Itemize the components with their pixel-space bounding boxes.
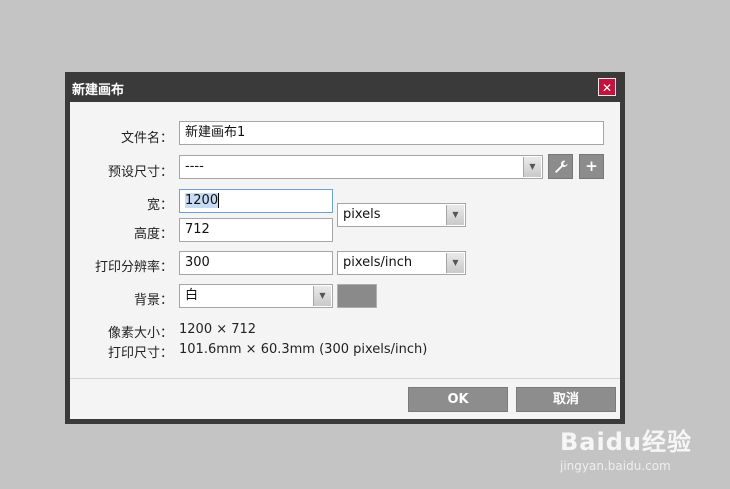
dialog-body: 文件名： 新建画布1 预设尺寸： ---- ▼ + 宽： 1200 pixels… <box>70 102 620 419</box>
watermark-logo: Baidu经验 <box>560 428 692 456</box>
size-unit-value: pixels <box>343 207 381 222</box>
background-select[interactable]: 白 ▼ <box>179 284 333 308</box>
add-preset-button[interactable]: + <box>579 154 604 179</box>
width-label: 宽： <box>146 198 173 213</box>
resolution-unit-value: pixels/inch <box>343 255 413 270</box>
height-input[interactable]: 712 <box>179 218 333 242</box>
filename-input[interactable]: 新建画布1 <box>179 121 604 145</box>
resolution-input[interactable]: 300 <box>179 251 333 275</box>
size-unit-select[interactable]: pixels ▼ <box>337 203 466 227</box>
print-size-value: 101.6mm × 60.3mm (300 pixels/inch) <box>179 342 428 357</box>
edit-preset-button[interactable] <box>548 154 573 179</box>
preset-label: 预设尺寸： <box>107 165 173 180</box>
chevron-down-icon[interactable]: ▼ <box>446 253 464 273</box>
pixel-size-label: 像素大小： <box>108 326 174 341</box>
dialog-titlebar[interactable]: 新建画布 ✕ <box>65 72 625 102</box>
dialog-title: 新建画布 <box>72 83 125 98</box>
filename-label: 文件名： <box>120 131 173 146</box>
cancel-button[interactable]: 取消 <box>516 387 616 412</box>
close-button[interactable]: ✕ <box>598 78 616 96</box>
baidu-jingyan-watermark: Baidu经验 jingyan.baidu.com <box>560 422 692 473</box>
watermark-url: jingyan.baidu.com <box>560 459 671 473</box>
background-color-swatch[interactable] <box>337 284 377 308</box>
chevron-down-icon[interactable]: ▼ <box>446 205 464 225</box>
wrench-icon <box>554 160 567 173</box>
plus-icon: + <box>585 157 598 175</box>
resolution-label: 打印分辨率： <box>94 260 173 275</box>
width-input-value: 1200 <box>185 193 219 208</box>
chevron-down-icon[interactable]: ▼ <box>523 157 541 177</box>
chevron-down-icon[interactable]: ▼ <box>313 286 331 306</box>
background-select-value: 白 <box>185 288 199 303</box>
preset-select[interactable]: ---- ▼ <box>179 155 543 179</box>
print-size-label: 打印尺寸： <box>108 346 174 361</box>
width-input[interactable]: 1200 <box>179 189 333 213</box>
ok-button[interactable]: OK <box>408 387 508 412</box>
preset-select-value: ---- <box>185 159 204 174</box>
pixel-size-value: 1200 × 712 <box>179 322 257 337</box>
height-label: 高度： <box>133 227 173 242</box>
footer-divider <box>70 378 620 379</box>
new-canvas-dialog: 新建画布 ✕ 文件名： 新建画布1 预设尺寸： ---- ▼ + 宽： 1200 <box>65 72 625 424</box>
close-icon: ✕ <box>601 81 613 95</box>
background-label: 背景： <box>133 293 173 308</box>
resolution-unit-select[interactable]: pixels/inch ▼ <box>337 251 466 275</box>
text-caret <box>218 193 220 208</box>
